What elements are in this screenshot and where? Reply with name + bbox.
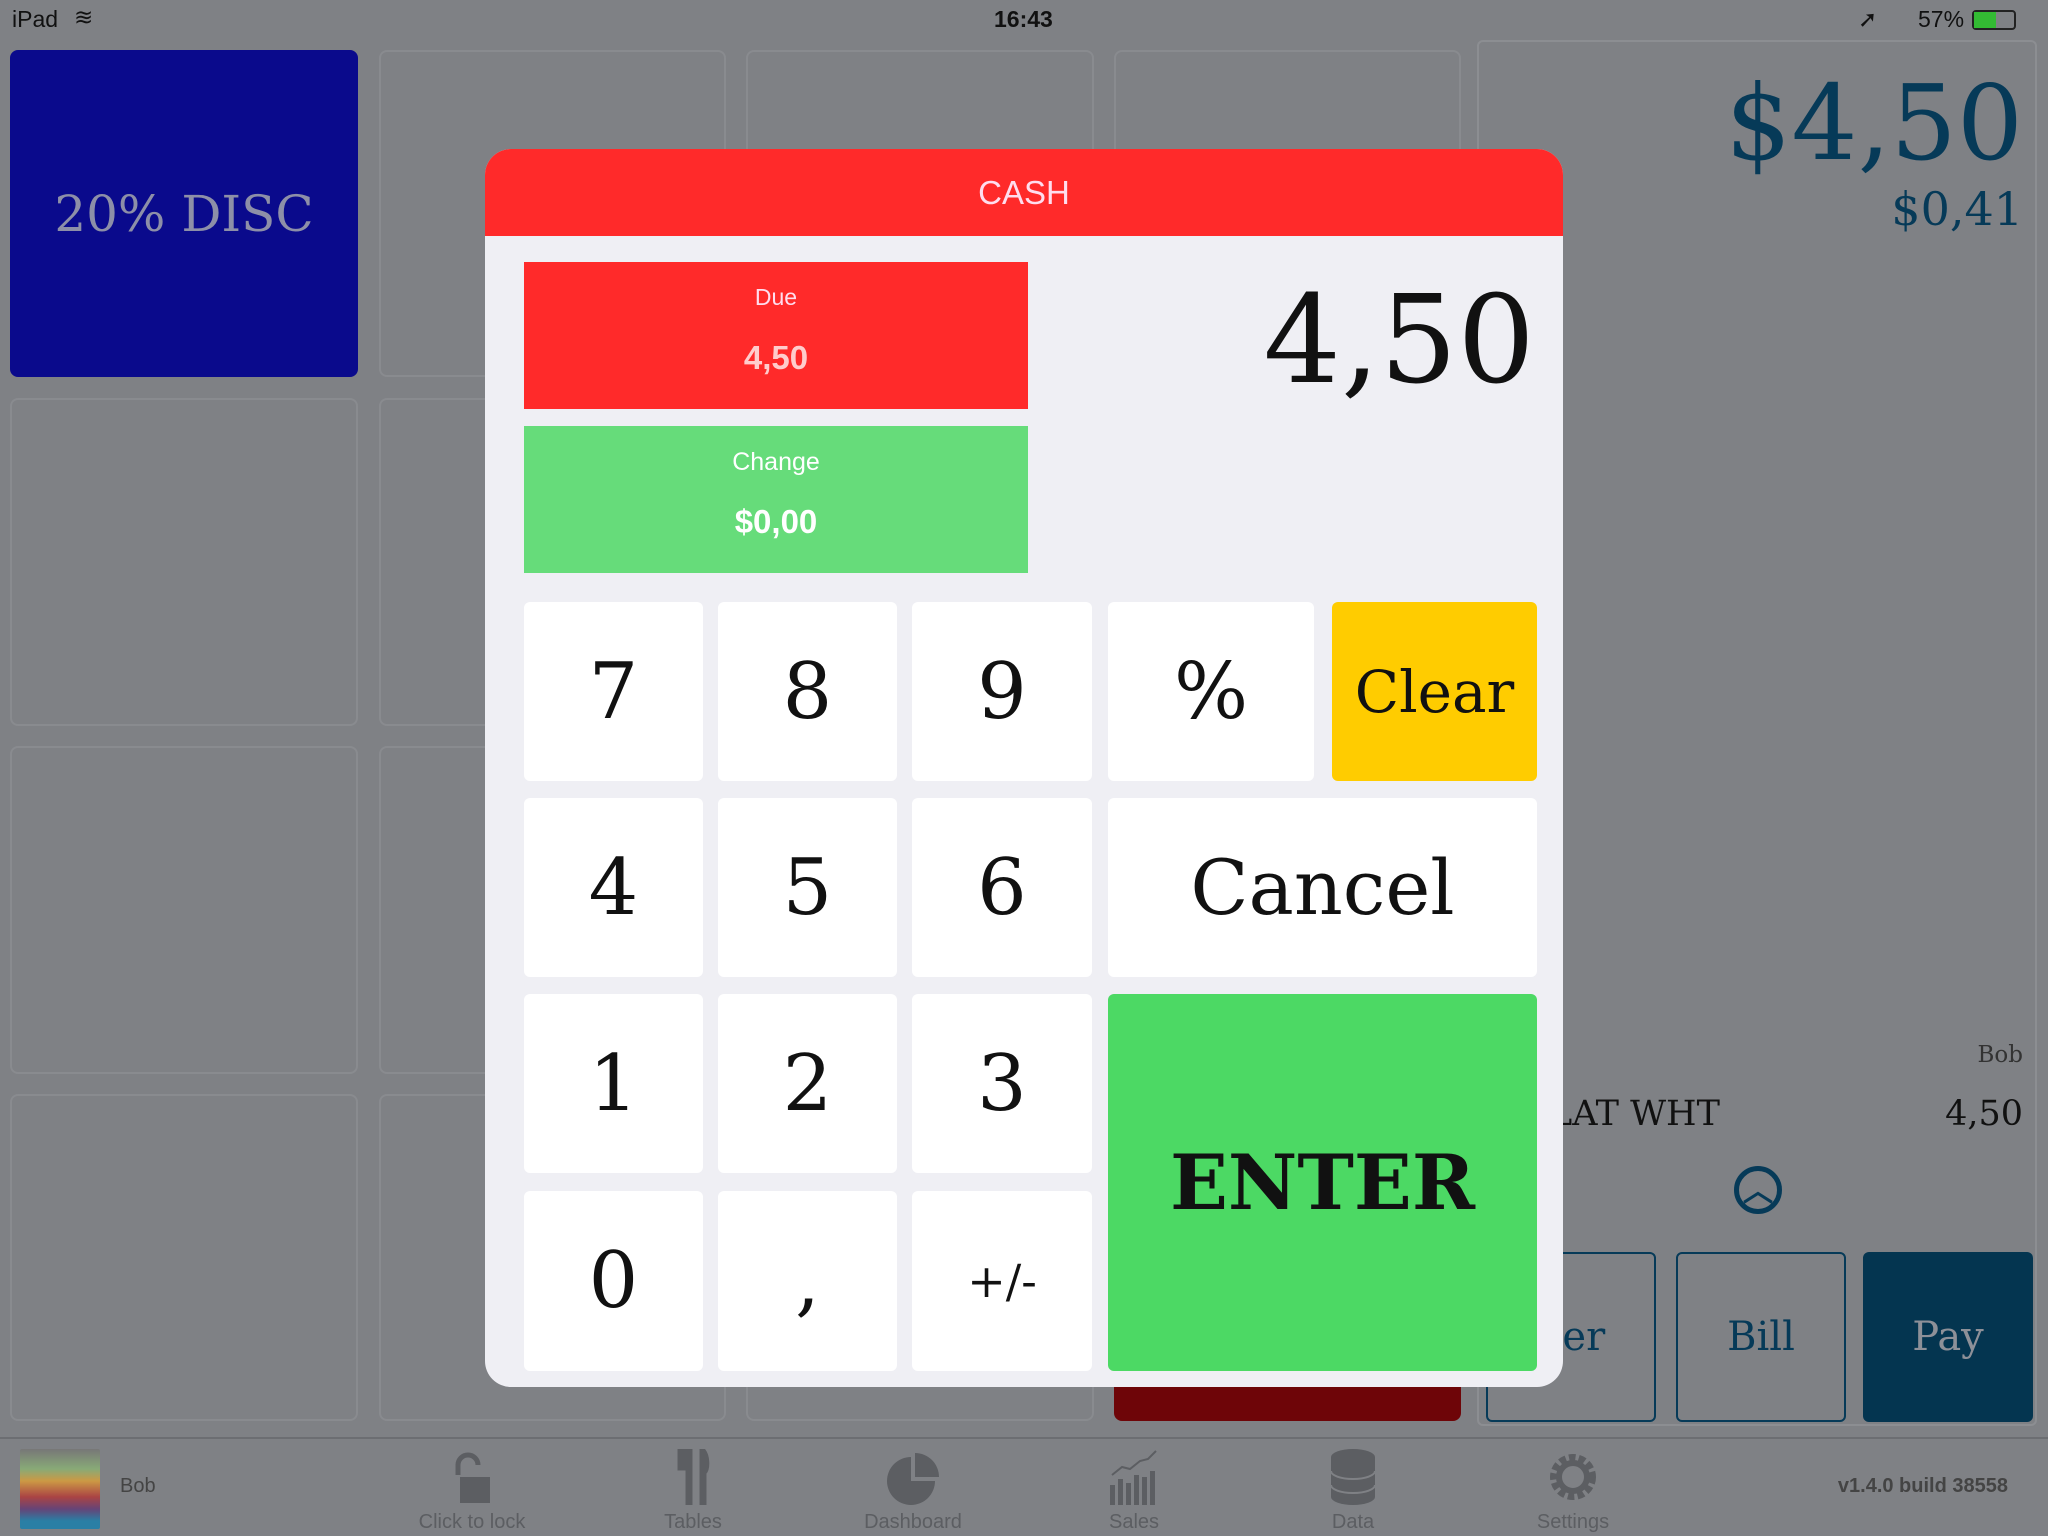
clock: 16:43 xyxy=(994,6,1053,32)
change-value: $0,00 xyxy=(734,503,818,540)
key-8[interactable]: 8 xyxy=(718,602,897,781)
location-icon: ➚ xyxy=(1858,6,1878,32)
pay-button[interactable]: Pay xyxy=(1863,1252,2033,1422)
nav-label: Tables xyxy=(664,1511,722,1533)
key-0[interactable]: 0 xyxy=(524,1191,703,1371)
entry-display: 4,50 xyxy=(1263,269,1535,411)
user-name: Bob xyxy=(120,1475,156,1497)
key-3[interactable]: 3 xyxy=(912,994,1092,1173)
nav-settings[interactable]: Settings xyxy=(1508,1447,1638,1534)
order-item-price: 4,50 xyxy=(1945,1094,2023,1134)
key-6[interactable]: 6 xyxy=(912,798,1092,977)
pie-chart-icon xyxy=(848,1447,978,1505)
nav-label: Dashboard xyxy=(864,1511,962,1533)
bottom-bar: Bob Click to lock Tables Dashboard Sales… xyxy=(0,1437,2048,1536)
version-label: v1.4.0 build 38558 xyxy=(1837,1475,2008,1497)
key-4[interactable]: 4 xyxy=(524,798,703,977)
bar-chart-icon xyxy=(1069,1447,1199,1505)
due-label: Due xyxy=(754,284,798,310)
tile-empty[interactable] xyxy=(10,1094,358,1421)
nav-sales[interactable]: Sales xyxy=(1069,1447,1199,1534)
cash-dialog: CASH Due 4,50 Change $0,00 4,50 7 8 9 % … xyxy=(485,149,1563,1387)
device-name: iPad xyxy=(12,6,59,32)
tile-empty[interactable] xyxy=(10,746,358,1074)
key-2[interactable]: 2 xyxy=(718,994,897,1173)
change-box: Change $0,00 xyxy=(524,426,1028,573)
nav-label: Settings xyxy=(1536,1511,1610,1533)
nav-lock[interactable]: Click to lock xyxy=(407,1447,537,1534)
nav-tables[interactable]: Tables xyxy=(628,1447,758,1534)
nav-label: Data xyxy=(1331,1511,1375,1533)
expand-up-icon[interactable]: ︿ xyxy=(1734,1166,1782,1214)
dialog-title: CASH xyxy=(978,173,1070,211)
server-name: Bob xyxy=(1977,1042,2023,1068)
key-comma[interactable]: , xyxy=(718,1191,897,1371)
user-avatar[interactable] xyxy=(20,1449,100,1529)
due-value: 4,50 xyxy=(743,339,809,376)
key-sign-toggle[interactable]: +/- xyxy=(912,1191,1092,1371)
lock-icon xyxy=(407,1447,537,1505)
clear-button[interactable]: Clear xyxy=(1332,602,1537,781)
database-icon xyxy=(1288,1447,1418,1505)
due-box: Due 4,50 xyxy=(524,262,1028,409)
tile-empty[interactable] xyxy=(10,398,358,726)
nav-label: Click to lock xyxy=(418,1511,526,1533)
wifi-icon: ≋ xyxy=(74,4,94,30)
key-1[interactable]: 1 xyxy=(524,994,703,1173)
status-bar: iPad ≋ 16:43 ➚ 57% xyxy=(0,0,2048,40)
dialog-header: CASH xyxy=(485,149,1563,236)
order-item-name[interactable]: LAT WHT xyxy=(1549,1094,1720,1134)
nav-dashboard[interactable]: Dashboard xyxy=(848,1447,978,1534)
key-9[interactable]: 9 xyxy=(912,602,1092,781)
key-7[interactable]: 7 xyxy=(524,602,703,781)
bill-button[interactable]: Bill xyxy=(1676,1252,1846,1422)
order-total: $4,50 xyxy=(1725,62,2023,184)
cancel-button[interactable]: Cancel xyxy=(1108,798,1537,977)
change-label: Change xyxy=(732,448,820,476)
order-tax: $0,41 xyxy=(1891,182,2023,236)
key-percent[interactable]: % xyxy=(1108,602,1314,781)
key-5[interactable]: 5 xyxy=(718,798,897,977)
enter-button[interactable]: ENTER xyxy=(1108,994,1537,1371)
battery-icon xyxy=(1972,10,2016,30)
battery-percent: 57% xyxy=(1918,6,1965,32)
nav-data[interactable]: Data xyxy=(1288,1447,1418,1534)
fork-knife-icon xyxy=(628,1447,758,1505)
nav-label: Sales xyxy=(1108,1511,1160,1533)
gear-icon xyxy=(1508,1447,1638,1505)
tile-discount[interactable]: 20% DISC xyxy=(10,50,358,377)
tile-discount-label: 20% DISC xyxy=(54,184,314,243)
